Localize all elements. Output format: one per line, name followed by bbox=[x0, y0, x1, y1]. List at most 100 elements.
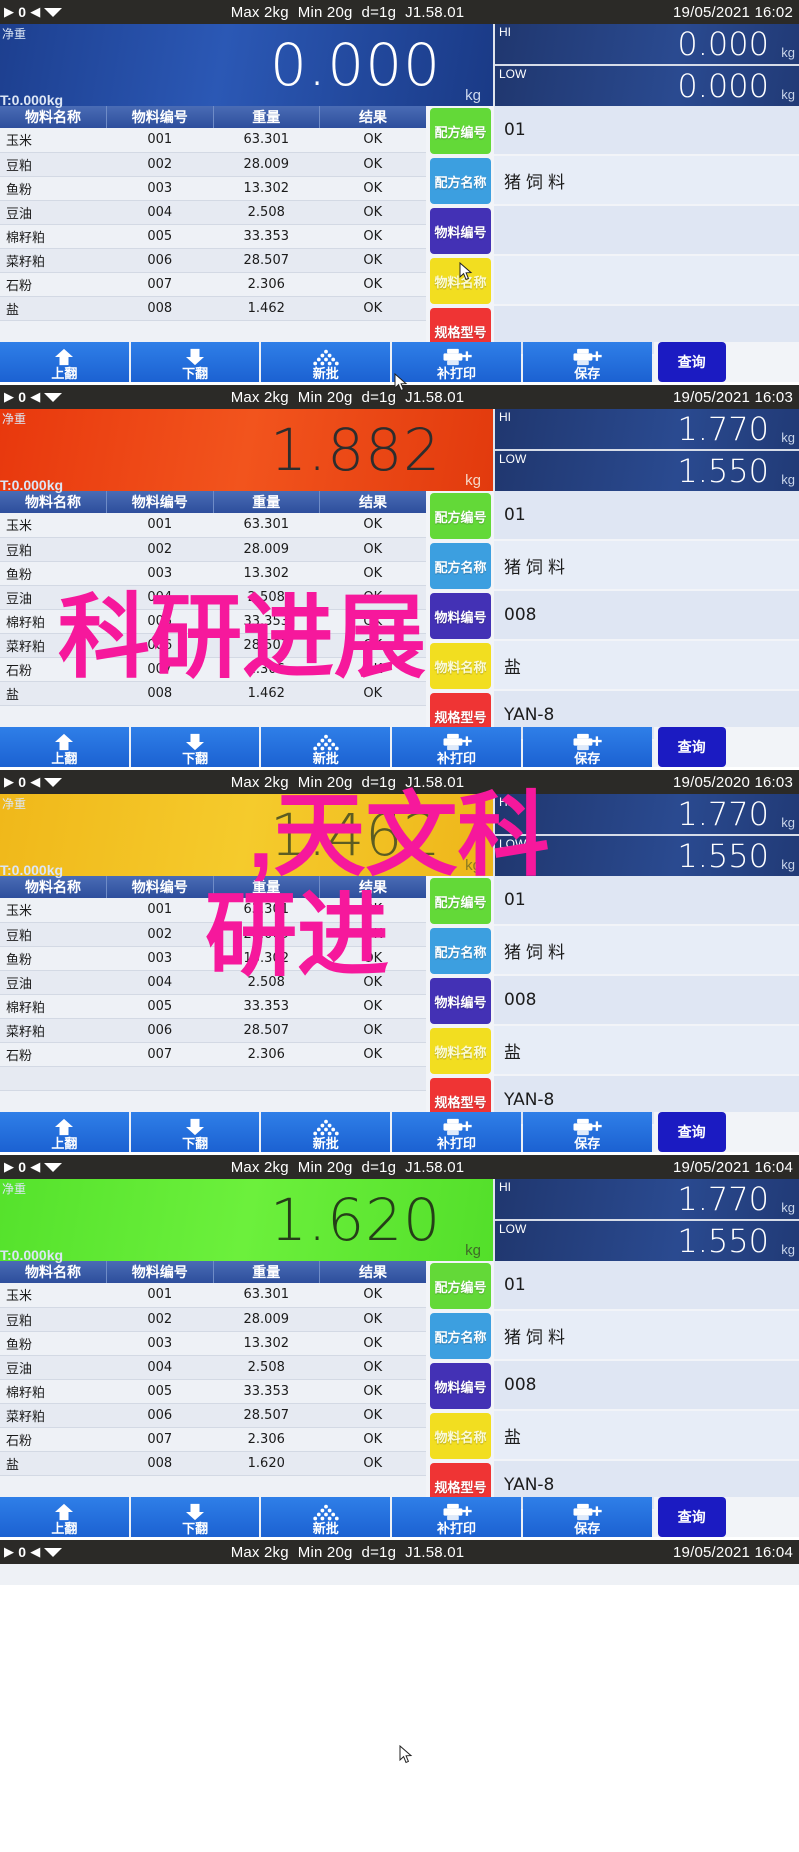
table-row[interactable]: 石粉 007 2.306 OK bbox=[0, 1042, 426, 1067]
toolbar-button-arrow-up[interactable]: 上翻 bbox=[0, 727, 129, 767]
table-row[interactable]: 鱼粉 003 13.302 OK bbox=[0, 946, 426, 971]
value-formula-no: 01 bbox=[494, 106, 799, 156]
capacity-spec: Max 2kg Min 20g d=1g J1.58.01 bbox=[120, 774, 584, 791]
toolbar-button-stack[interactable]: 新批 bbox=[261, 342, 391, 382]
net-weight-value: 1.462 bbox=[269, 801, 441, 869]
table-row[interactable]: 鱼粉 003 13.302 OK bbox=[0, 176, 426, 201]
net-weight-unit: kg bbox=[465, 472, 481, 489]
table-row[interactable]: 盐 008 1.620 OK bbox=[0, 1451, 426, 1476]
table-row[interactable]: 豆油 004 2.508 OK bbox=[0, 200, 426, 225]
cell-material-no: 001 bbox=[106, 1283, 213, 1308]
table-row[interactable]: 豆粕 002 28.009 OK bbox=[0, 152, 426, 177]
toolbar-button-printer-plus[interactable]: 补打印 bbox=[392, 727, 521, 767]
firmware-version: J1.58.01 bbox=[405, 1543, 465, 1561]
low-unit: kg bbox=[781, 472, 795, 487]
table-row[interactable]: 棉籽粕 005 33.353 OK bbox=[0, 994, 426, 1019]
table-row[interactable]: 玉米 001 63.301 OK bbox=[0, 513, 426, 538]
toolbar-button-printer-plus[interactable]: 补打印 bbox=[392, 1112, 521, 1152]
toolbar-button-printer-plus[interactable]: 补打印 bbox=[392, 1497, 521, 1537]
key-formula-no[interactable]: 配方编号 bbox=[430, 108, 491, 154]
key-material-name[interactable]: 物料名称 bbox=[430, 1028, 491, 1074]
query-button[interactable]: 查询 bbox=[657, 727, 726, 767]
table-row[interactable]: 盐 008 1.462 OK bbox=[0, 681, 426, 706]
hi-low-panel: HI 1.770 kg LOW 1.550 kg bbox=[493, 794, 799, 876]
cell-material-no: 005 bbox=[106, 609, 213, 634]
table-row[interactable]: 玉米 001 63.301 OK bbox=[0, 128, 426, 153]
value-formula-name: 猪饲料 bbox=[494, 156, 799, 206]
key-material-no[interactable]: 物料编号 bbox=[430, 978, 491, 1024]
key-formula-no[interactable]: 配方编号 bbox=[430, 1263, 491, 1309]
th-material-no: 物料编号 bbox=[106, 106, 214, 128]
key-material-no[interactable]: 物料编号 bbox=[430, 208, 491, 254]
table-row[interactable]: 石粉 007 2.306 OK bbox=[0, 657, 426, 682]
toolbar-button-arrow-down[interactable]: 下翻 bbox=[130, 1112, 260, 1152]
arrow-right-indicator-icon: ▶ bbox=[4, 774, 15, 789]
toolbar-button-arrow-up[interactable]: 上翻 bbox=[0, 342, 129, 382]
key-material-no[interactable]: 物料编号 bbox=[430, 593, 491, 639]
table-row[interactable]: 石粉 007 2.306 OK bbox=[0, 272, 426, 297]
hi-limit-value: 1.770 bbox=[677, 795, 769, 833]
toolbar-button-arrow-up[interactable]: 上翻 bbox=[0, 1497, 129, 1537]
table-row[interactable]: 菜籽粕 006 28.507 OK bbox=[0, 1403, 426, 1428]
table-row[interactable]: 玉米 001 63.301 OK bbox=[0, 898, 426, 923]
table-row[interactable]: 豆粕 002 28.009 OK bbox=[0, 1307, 426, 1332]
key-material-name[interactable]: 物料名称 bbox=[430, 258, 491, 304]
toolbar-button-arrow-down[interactable]: 下翻 bbox=[130, 342, 260, 382]
toolbar-button-arrow-down[interactable]: 下翻 bbox=[130, 1497, 260, 1537]
key-formula-name[interactable]: 配方名称 bbox=[430, 158, 491, 204]
table-row[interactable]: 玉米 001 63.301 OK bbox=[0, 1283, 426, 1308]
cell-material-name: 盐 bbox=[0, 681, 107, 706]
key-material-name[interactable]: 物料名称 bbox=[430, 1413, 491, 1459]
spec-min: Min 20g bbox=[297, 388, 353, 406]
toolbar-button-stack[interactable]: 新批 bbox=[261, 1497, 391, 1537]
cell-material-no: 005 bbox=[106, 994, 213, 1019]
net-weight-unit: kg bbox=[465, 1242, 481, 1259]
table-row[interactable]: 豆油 004 2.508 OK bbox=[0, 585, 426, 610]
toolbar-button-printer-save[interactable]: 保存 bbox=[522, 342, 652, 382]
cell-result: OK bbox=[319, 609, 426, 634]
query-button[interactable]: 查询 bbox=[657, 1497, 726, 1537]
query-button[interactable]: 查询 bbox=[657, 1112, 726, 1152]
toolbar-button-arrow-down[interactable]: 下翻 bbox=[130, 727, 260, 767]
table-row[interactable]: 菜籽粕 006 28.507 OK bbox=[0, 633, 426, 658]
table-row[interactable]: 豆油 004 2.508 OK bbox=[0, 970, 426, 995]
net-weight-label: 净重 bbox=[2, 412, 27, 426]
table-row[interactable]: 鱼粉 003 13.302 OK bbox=[0, 561, 426, 586]
table-row[interactable]: 豆粕 002 28.009 OK bbox=[0, 537, 426, 562]
cell-weight: 28.507 bbox=[213, 633, 320, 658]
key-material-no[interactable]: 物料编号 bbox=[430, 1363, 491, 1409]
key-formula-name[interactable]: 配方名称 bbox=[430, 1313, 491, 1359]
table-row[interactable]: 菜籽粕 006 28.507 OK bbox=[0, 1018, 426, 1043]
table-row[interactable]: 棉籽粕 005 33.353 OK bbox=[0, 609, 426, 634]
spec-division: d=1g bbox=[361, 773, 397, 791]
scale-panel-2: ▶ 0 ◀ Max 2kg Min 20g d=1g J1.58.01 19/05/2021 … bbox=[0, 385, 799, 770]
table-row[interactable] bbox=[0, 1066, 426, 1091]
net-weight-box: 净重 T:0.000kg 0.000 kg bbox=[0, 24, 493, 108]
table-row[interactable]: 豆粕 002 28.009 OK bbox=[0, 922, 426, 947]
query-button[interactable]: 查询 bbox=[657, 342, 726, 382]
table-row[interactable]: 棉籽粕 005 33.353 OK bbox=[0, 1379, 426, 1404]
key-formula-name[interactable]: 配方名称 bbox=[430, 543, 491, 589]
key-formula-no[interactable]: 配方编号 bbox=[430, 878, 491, 924]
toolbar-button-stack[interactable]: 新批 bbox=[261, 1112, 391, 1152]
key-formula-no[interactable]: 配方编号 bbox=[430, 493, 491, 539]
table-row[interactable]: 菜籽粕 006 28.507 OK bbox=[0, 248, 426, 273]
key-material-name[interactable]: 物料名称 bbox=[430, 643, 491, 689]
table-row[interactable]: 棉籽粕 005 33.353 OK bbox=[0, 224, 426, 249]
toolbar-button-printer-save[interactable]: 保存 bbox=[522, 1112, 652, 1152]
toolbar-button-printer-plus[interactable]: 补打印 bbox=[392, 342, 521, 382]
toolbar-button-stack[interactable]: 新批 bbox=[261, 727, 391, 767]
table-row[interactable]: 盐 008 1.462 OK bbox=[0, 296, 426, 321]
toolbar-button-arrow-up[interactable]: 上翻 bbox=[0, 1112, 129, 1152]
toolbar-button-printer-save[interactable]: 保存 bbox=[522, 727, 652, 767]
toolbar-button-printer-save[interactable]: 保存 bbox=[522, 1497, 652, 1537]
hi-limit-row: HI 1.770 kg bbox=[495, 1179, 799, 1219]
table-row[interactable]: 鱼粉 003 13.302 OK bbox=[0, 1331, 426, 1356]
cell-material-no: 001 bbox=[106, 513, 213, 538]
table-row[interactable]: 豆油 004 2.508 OK bbox=[0, 1355, 426, 1380]
cell-material-name: 石粉 bbox=[0, 657, 107, 682]
cell-material-no: 004 bbox=[106, 200, 213, 225]
cell-material-no: 007 bbox=[106, 1042, 213, 1067]
key-formula-name[interactable]: 配方名称 bbox=[430, 928, 491, 974]
table-row[interactable]: 石粉 007 2.306 OK bbox=[0, 1427, 426, 1452]
